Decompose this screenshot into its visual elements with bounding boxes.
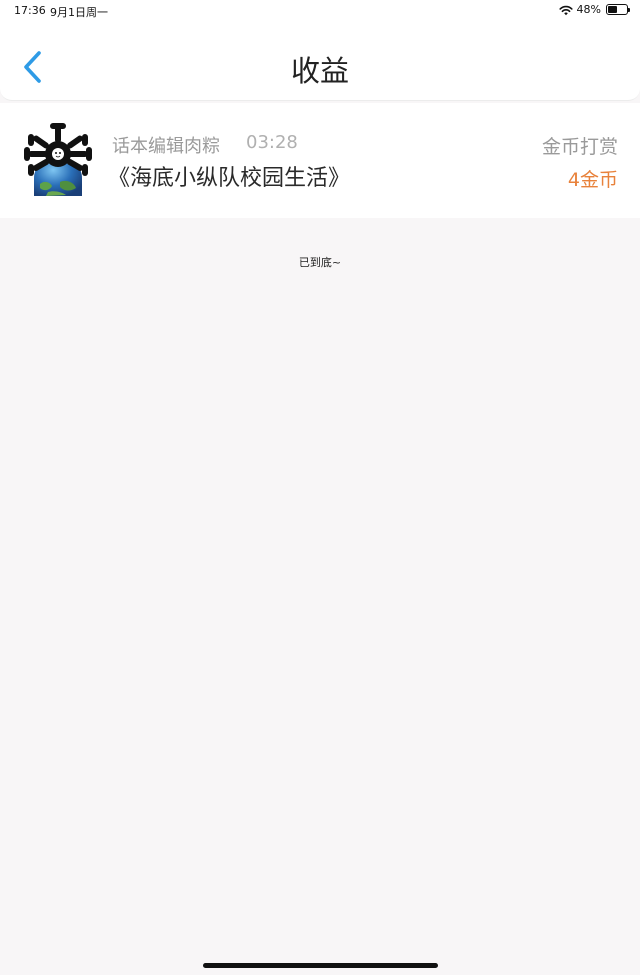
battery-level <box>608 6 617 13</box>
avatar <box>24 123 92 196</box>
status-indicators: 48% <box>558 3 630 16</box>
record-time: 03:28 <box>246 132 298 153</box>
reward-amount: 4金币 <box>567 169 618 191</box>
status-time: 17:36 <box>14 4 46 17</box>
reward-type: 金币打赏 <box>541 136 618 158</box>
editor-name: 话本编辑肉粽 <box>112 136 220 157</box>
page-title: 收益 <box>290 54 349 88</box>
income-record[interactable]: 话本编辑肉粽 03:28 《海底小纵队校园生活》 金币打赏 4金币 <box>0 103 640 218</box>
battery-icon <box>606 4 630 15</box>
status-bar: 17:36 9月1日周一 48% <box>0 0 640 22</box>
battery-percent: 48% <box>576 3 601 16</box>
home-indicator[interactable] <box>203 963 438 968</box>
end-of-list-text: 已到底~ <box>298 256 342 269</box>
status-date: 9月1日周一 <box>50 6 108 19</box>
nav-header: 收益 <box>0 22 640 101</box>
wifi-icon <box>558 5 573 15</box>
work-title: 《海底小纵队校园生活》 <box>108 166 351 191</box>
